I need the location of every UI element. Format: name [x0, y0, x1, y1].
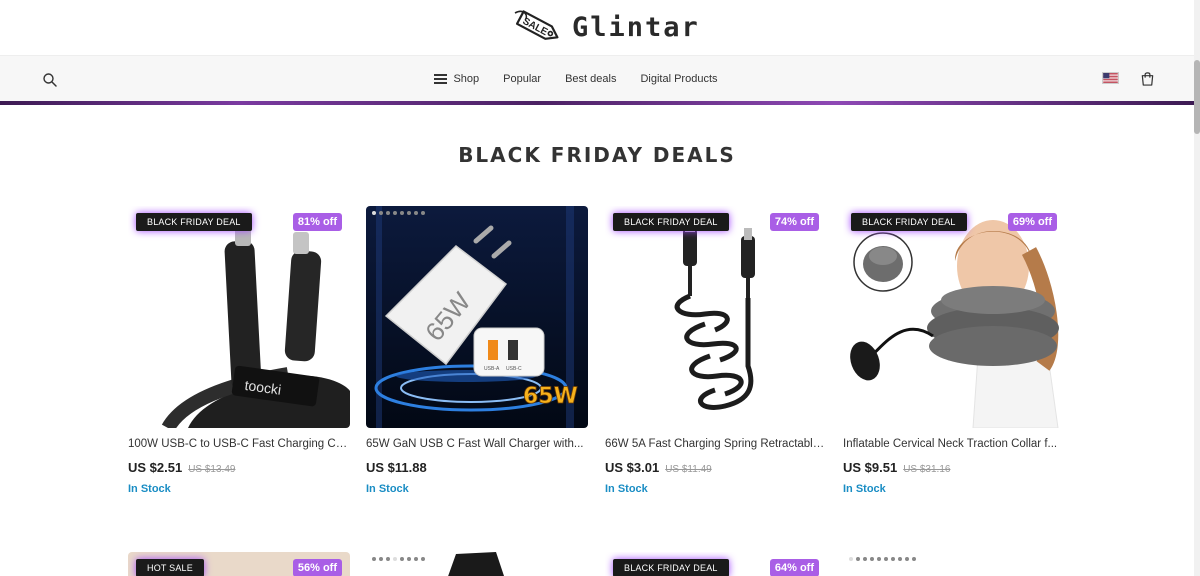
black-friday-badge: BLACK FRIDAY DEAL [136, 213, 252, 231]
original-price: US $31.16 [903, 464, 951, 475]
original-price: US $11.49 [665, 464, 712, 475]
product-title[interactable]: 100W USB-C to USB-C Fast Charging Cabl..… [128, 438, 350, 450]
product-title[interactable]: Inflatable Cervical Neck Traction Collar… [843, 438, 1065, 450]
nav-menu: Shop Popular Best deals Digital Products [0, 56, 1194, 102]
product-card[interactable] [843, 552, 1065, 576]
section-title: BLACK FRIDAY DEALS [458, 143, 736, 167]
stock-status: In Stock [366, 483, 409, 495]
wall-charger-image: 65W USB-A USB-C 65W [366, 206, 588, 428]
stock-status: In Stock [605, 483, 648, 495]
usb-c-cable-image: toocki [128, 206, 350, 428]
logo-bar: SALE Glintar [0, 0, 1194, 55]
stock-status: In Stock [843, 483, 886, 495]
product-card[interactable] [366, 552, 588, 576]
product-title[interactable]: 66W 5A Fast Charging Spring Retractable.… [605, 438, 827, 450]
product-image[interactable]: toocki BLACK FRIDAY DEAL 81% off [128, 206, 350, 428]
discount-badge: 64% off [769, 559, 819, 576]
price-row: US $9.51 US $31.16 [843, 460, 1065, 475]
nav-item-best-deals[interactable]: Best deals [553, 73, 628, 85]
nav-item-label: Best deals [565, 73, 617, 85]
product-title[interactable]: 65W GaN USB C Fast Wall Charger with... [366, 438, 588, 450]
price-row: US $3.01 US $11.49 [605, 460, 827, 475]
product-card[interactable]: BLACK FRIDAY DEAL 74% off 66W 5A Fast Ch… [605, 206, 827, 495]
product-card[interactable]: BLACK FRIDAY DEAL 64% off [605, 552, 827, 576]
black-friday-badge: BLACK FRIDAY DEAL [851, 213, 967, 231]
coiled-cable-image [605, 206, 827, 428]
product-card[interactable]: toocki BLACK FRIDAY DEAL 81% off 100W US… [128, 206, 350, 495]
neck-collar-image [843, 206, 1065, 428]
product-card[interactable]: HOT SALE 56% off [128, 552, 350, 576]
us-flag-icon[interactable] [1102, 72, 1119, 84]
image-carousel-dots[interactable] [849, 557, 916, 561]
product-image[interactable] [366, 552, 588, 576]
page-scrollbar[interactable] [1194, 0, 1200, 576]
original-price: US $13.49 [188, 464, 236, 475]
sale-price: US $9.51 [843, 460, 898, 475]
shopping-bag-icon[interactable] [1140, 71, 1155, 86]
nav-item-label: Shop [453, 73, 480, 85]
discount-badge: 56% off [292, 559, 342, 576]
product-card[interactable]: 65W USB-A USB-C 65W 65W GaN USB C Fast W… [366, 206, 588, 495]
sale-price: US $2.51 [128, 460, 183, 475]
hot-sale-badge: HOT SALE [136, 559, 204, 576]
product-image[interactable]: BLACK FRIDAY DEAL 64% off [605, 552, 827, 576]
product-image[interactable]: 65W USB-A USB-C 65W [366, 206, 588, 428]
nav-accent-strip [0, 101, 1194, 105]
product-image-art [448, 552, 504, 576]
image-carousel-dots[interactable] [372, 557, 425, 561]
nav-item-label: Digital Products [640, 73, 718, 85]
product-card[interactable]: BLACK FRIDAY DEAL 69% off Inflatable Cer… [843, 206, 1065, 495]
power-label: 65W [523, 384, 578, 409]
nav-item-shop[interactable]: Shop [422, 73, 491, 85]
discount-badge: 69% off [1007, 213, 1057, 231]
nav-item-popular[interactable]: Popular [491, 73, 553, 85]
black-friday-badge: BLACK FRIDAY DEAL [613, 559, 729, 576]
discount-badge: 81% off [292, 213, 342, 231]
discount-badge: 74% off [769, 213, 819, 231]
stock-status: In Stock [128, 483, 171, 495]
port-a-label: USB-A [484, 366, 500, 372]
image-carousel-dots[interactable] [372, 211, 425, 215]
nav-item-digital-products[interactable]: Digital Products [628, 73, 729, 85]
brand-logo-link[interactable]: SALE Glintar [512, 7, 700, 47]
main-navigation: Shop Popular Best deals Digital Products [0, 55, 1194, 101]
sale-tag-icon: SALE [514, 10, 559, 40]
scrollbar-thumb[interactable] [1194, 60, 1200, 134]
hamburger-icon [434, 74, 448, 84]
price-row: US $11.88 [366, 460, 588, 475]
price-row: US $2.51 US $13.49 [128, 460, 350, 475]
product-image[interactable]: HOT SALE 56% off [128, 552, 350, 576]
port-c-label: USB-C [506, 366, 522, 372]
product-image[interactable] [843, 552, 1065, 576]
brand-name: Glintar [572, 11, 700, 43]
sale-price: US $3.01 [605, 460, 660, 475]
product-image[interactable]: BLACK FRIDAY DEAL 69% off [843, 206, 1065, 428]
nav-item-label: Popular [503, 73, 542, 85]
product-image[interactable]: BLACK FRIDAY DEAL 74% off [605, 206, 827, 428]
sale-price: US $11.88 [366, 460, 427, 475]
black-friday-badge: BLACK FRIDAY DEAL [613, 213, 729, 231]
